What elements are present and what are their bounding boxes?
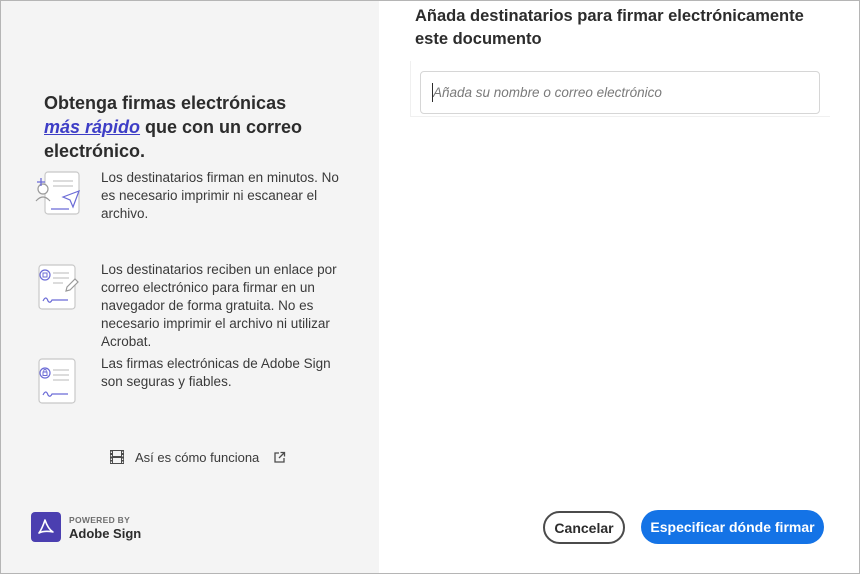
- specify-where-to-sign-button[interactable]: Especificar dónde firmar: [641, 510, 824, 544]
- feature-text: Las firmas electrónicas de Adobe Sign so…: [101, 356, 331, 389]
- dialog: Obtenga firmas electrónicas más rápido q…: [0, 0, 860, 574]
- powered-by-label: POWERED BY: [69, 515, 131, 525]
- headline-text: Obtenga firmas electrónicas: [44, 93, 287, 113]
- how-it-works-link[interactable]: Así es cómo funciona: [109, 449, 286, 465]
- external-link-icon: [274, 451, 286, 463]
- how-it-works-label: Así es cómo funciona: [135, 449, 260, 465]
- sign-document-icon: [38, 264, 79, 310]
- film-icon: [110, 450, 124, 464]
- recipients-panel: Añada destinatarios para firmar electrón…: [379, 1, 859, 573]
- feature-text: Los destinatarios reciben un enlace por …: [101, 262, 337, 349]
- info-panel: Obtenga firmas electrónicas más rápido q…: [1, 1, 379, 573]
- brand-badge: POWERED BY Adobe Sign: [31, 512, 141, 542]
- cancel-button[interactable]: Cancelar: [543, 511, 625, 544]
- recipient-input[interactable]: [420, 71, 820, 114]
- headline-link[interactable]: más rápido: [44, 117, 140, 137]
- feature-text: Los destinatarios firman en minutos. No …: [101, 170, 339, 221]
- text-caret: [432, 83, 433, 102]
- adobe-sign-logo-icon: [31, 512, 61, 542]
- info-headline: Obtenga firmas electrónicas más rápido q…: [44, 91, 354, 163]
- product-name: Adobe Sign: [69, 526, 142, 541]
- secure-document-icon: [38, 358, 76, 404]
- send-document-icon: [35, 171, 81, 215]
- panel-title: Añada destinatarios para firmar electrón…: [415, 7, 804, 48]
